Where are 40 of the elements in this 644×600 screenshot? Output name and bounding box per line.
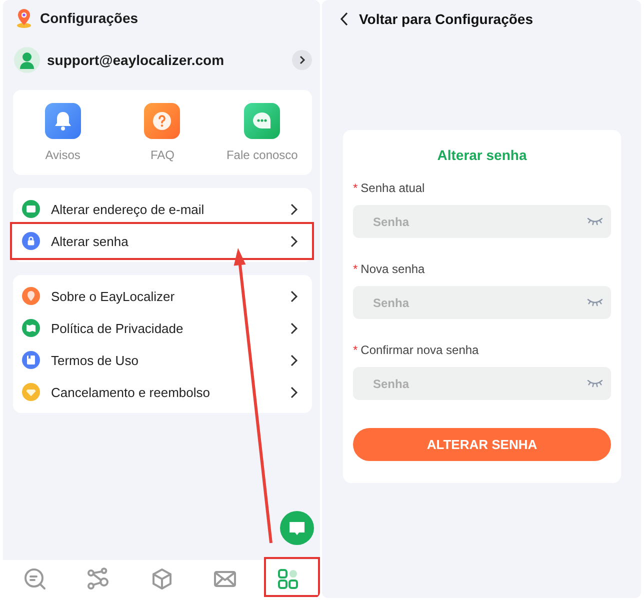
chat-bubble-icon xyxy=(244,103,280,139)
menu-item[interactable]: Alterar senha xyxy=(13,225,312,257)
field-label: Senha atual xyxy=(360,181,425,195)
menu-item[interactable]: Termos de Uso xyxy=(13,344,312,376)
avatar-icon xyxy=(14,47,40,73)
menu-item[interactable]: Cancelamento e reembolso xyxy=(13,376,312,408)
eye-closed-icon[interactable] xyxy=(587,379,603,388)
eye-closed-icon[interactable] xyxy=(587,298,603,307)
search-icon xyxy=(22,567,47,591)
field-label: Nova senha xyxy=(360,262,425,276)
chevron-icon xyxy=(290,354,298,366)
grid-icon xyxy=(276,567,300,591)
required-mark: * xyxy=(353,343,358,357)
password-field[interactable]: Senha xyxy=(353,367,611,400)
eye-closed-icon[interactable] xyxy=(587,217,603,226)
chevron-icon xyxy=(290,322,298,334)
required-mark: * xyxy=(353,262,358,276)
chevron-icon xyxy=(290,386,298,398)
field-label: Confirmar nova senha xyxy=(360,343,479,357)
chat-button[interactable] xyxy=(280,511,314,545)
password-field[interactable]: Senha xyxy=(353,205,611,238)
chevron-icon xyxy=(290,234,298,248)
question-icon xyxy=(144,103,180,139)
cube-icon xyxy=(150,567,174,591)
back-icon xyxy=(340,12,348,26)
chevron-icon xyxy=(290,202,298,216)
chevron-icon xyxy=(290,290,298,302)
back-button[interactable]: Voltar para Configurações xyxy=(340,11,534,27)
form-title: Alterar senha xyxy=(436,146,528,165)
location-pin-icon xyxy=(16,8,32,28)
account-email: support@eaylocalizer.com xyxy=(47,52,226,68)
chevron-icon[interactable] xyxy=(292,50,312,70)
menu-item[interactable]: Política de Privacidade xyxy=(13,312,312,344)
required-mark: * xyxy=(353,181,358,195)
menu-item[interactable]: Alterar endereço de e-mail xyxy=(13,193,312,225)
nodes-icon xyxy=(86,567,110,591)
screen-title: Configurações xyxy=(40,10,138,26)
bell-icon xyxy=(44,103,81,139)
password-field[interactable]: Senha xyxy=(353,286,611,319)
menu-item[interactable]: Sobre o EayLocalizer xyxy=(13,280,312,312)
